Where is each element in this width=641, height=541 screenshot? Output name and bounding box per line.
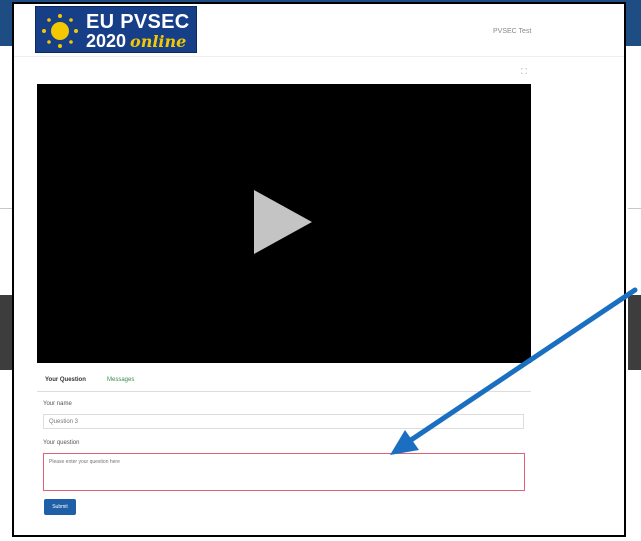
arrow-icon — [390, 287, 638, 455]
